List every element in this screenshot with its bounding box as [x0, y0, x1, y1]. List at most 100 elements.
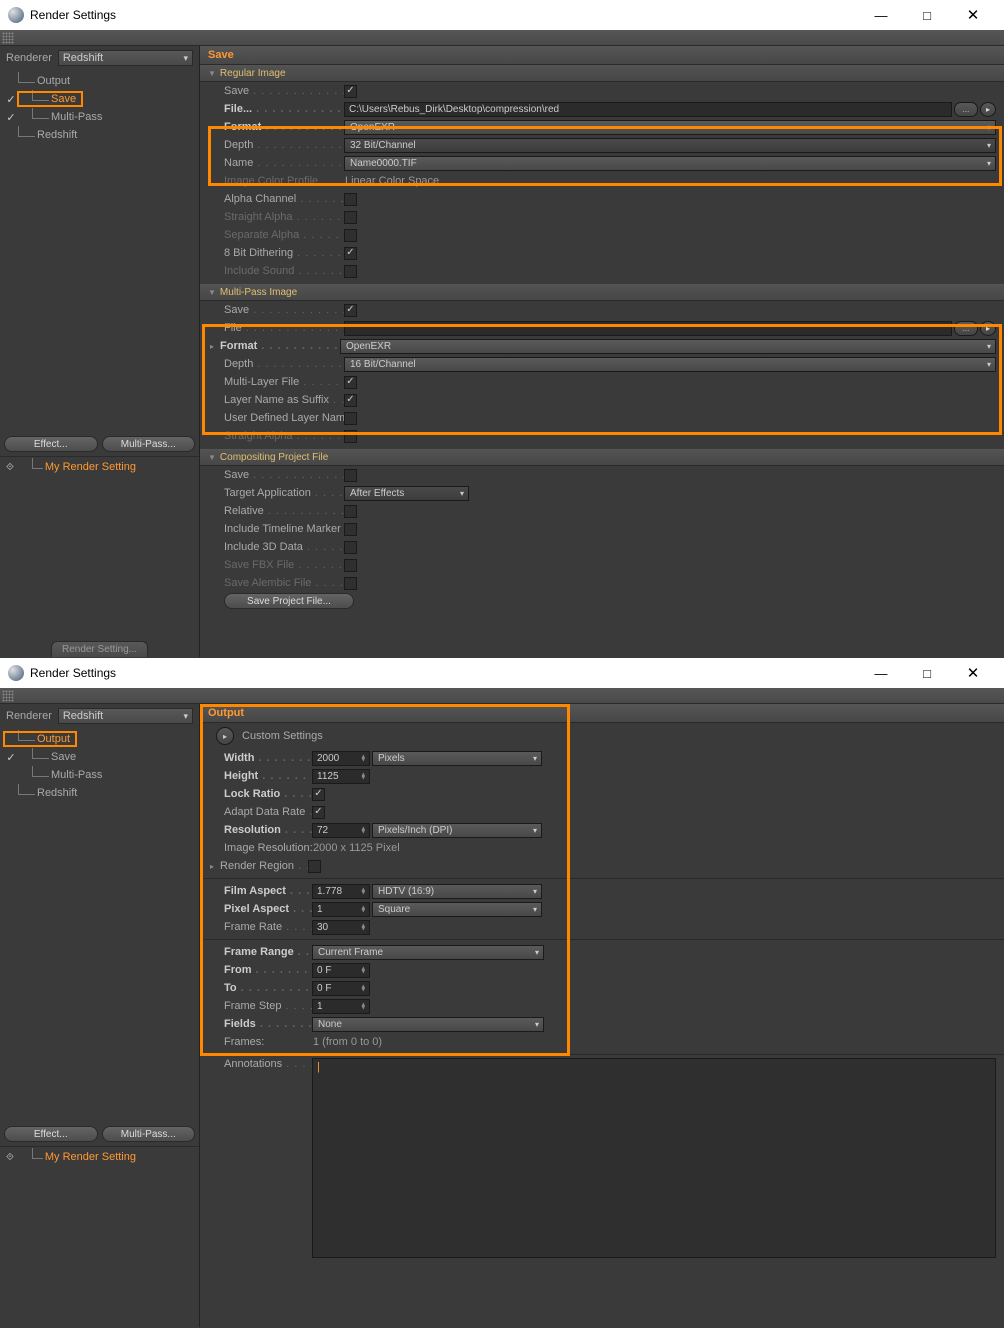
- minimize-button-2[interactable]: —: [858, 658, 904, 688]
- mp-multilayer-check[interactable]: [344, 376, 357, 389]
- app-icon-2: [8, 665, 24, 681]
- tree-output[interactable]: Output: [37, 75, 70, 87]
- fps-input[interactable]: 30: [312, 920, 370, 935]
- format-select[interactable]: OpenEXR: [344, 120, 996, 135]
- lock-check[interactable]: [312, 788, 325, 801]
- comp-alembic-label: Save Alembic File: [224, 577, 344, 589]
- mp-file-input[interactable]: [344, 321, 952, 336]
- pixel-input[interactable]: 1: [312, 902, 370, 917]
- res-unit-select[interactable]: Pixels/Inch (DPI): [372, 823, 542, 838]
- mp-user-check[interactable]: [344, 412, 357, 425]
- tree-save-2[interactable]: Save: [51, 751, 76, 763]
- comp-target-select[interactable]: After Effects: [344, 486, 469, 501]
- sound-check[interactable]: [344, 265, 357, 278]
- separate-label: Separate Alpha: [224, 229, 344, 241]
- comp-save-check[interactable]: [344, 469, 357, 482]
- tree-output-2[interactable]: Output: [37, 733, 70, 745]
- tree-redshift-2[interactable]: Redshift: [37, 787, 77, 799]
- comp-timeline-label: Include Timeline Marker: [224, 523, 344, 535]
- multipass-button[interactable]: Multi-Pass...: [102, 436, 196, 452]
- tree-multipass-check[interactable]: [4, 110, 18, 124]
- multipass-header[interactable]: ▼Multi-Pass Image: [200, 284, 1004, 301]
- annotations-input[interactable]: |: [312, 1058, 996, 1258]
- comp-3d-check[interactable]: [344, 541, 357, 554]
- color-profile-label: Image Color Profile: [224, 175, 344, 187]
- depth-select[interactable]: 32 Bit/Channel: [344, 138, 996, 153]
- multipass-button-2[interactable]: Multi-Pass...: [102, 1126, 196, 1142]
- maximize-button-2[interactable]: □: [904, 658, 950, 688]
- res-input[interactable]: 72: [312, 823, 370, 838]
- name-select[interactable]: Name0000.TIF: [344, 156, 996, 171]
- comp-header[interactable]: ▼Compositing Project File: [200, 449, 1004, 466]
- my-render-setting-2[interactable]: My Render Setting: [45, 1151, 136, 1163]
- separate-check[interactable]: [344, 229, 357, 242]
- render-setting-tab[interactable]: Render Setting...: [51, 641, 148, 657]
- comp-alembic-check[interactable]: [344, 577, 357, 590]
- alpha-label: Alpha Channel: [224, 193, 344, 205]
- comp-fbx-label: Save FBX File: [224, 559, 344, 571]
- regular-image-header[interactable]: ▼Regular Image: [200, 65, 1004, 82]
- minimize-button[interactable]: —: [858, 0, 904, 30]
- my-render-setting[interactable]: My Render Setting: [45, 461, 136, 473]
- renderer-label: Renderer: [6, 52, 52, 64]
- straight-check[interactable]: [344, 211, 357, 224]
- mp-file-label: File: [224, 322, 344, 334]
- tree-multipass-2[interactable]: Multi-Pass: [51, 769, 102, 781]
- tree-save-check[interactable]: [4, 92, 18, 106]
- mp-user-label: User Defined Layer Name: [224, 412, 344, 424]
- renderer-dropdown-2[interactable]: Redshift: [58, 708, 193, 724]
- film-input[interactable]: 1.778: [312, 884, 370, 899]
- file-arrow-button[interactable]: ▸: [980, 102, 996, 117]
- close-button[interactable]: ✕: [950, 0, 996, 30]
- mp-save-check[interactable]: [344, 304, 357, 317]
- step-input[interactable]: 1: [312, 999, 370, 1014]
- tree-save-check-2[interactable]: [4, 750, 18, 764]
- tree-redshift[interactable]: Redshift: [37, 129, 77, 141]
- range-select[interactable]: Current Frame: [312, 945, 544, 960]
- width-input[interactable]: 2000: [312, 751, 370, 766]
- pixel-unit-select[interactable]: Square: [372, 902, 542, 917]
- height-input[interactable]: 1125: [312, 769, 370, 784]
- file-input[interactable]: C:\Users\Rebus_Dirk\Desktop\compression\…: [344, 102, 952, 117]
- comp-relative-check[interactable]: [344, 505, 357, 518]
- mp-depth-select[interactable]: 16 Bit/Channel: [344, 357, 996, 372]
- tree-save[interactable]: Save: [51, 93, 76, 105]
- sound-label: Include Sound: [224, 265, 344, 277]
- save-check[interactable]: [344, 85, 357, 98]
- height-label: Height: [224, 770, 312, 782]
- mp-suffix-label: Layer Name as Suffix: [224, 394, 344, 406]
- film-unit-select[interactable]: HDTV (16:9): [372, 884, 542, 899]
- mp-suffix-check[interactable]: [344, 394, 357, 407]
- mp-format-select[interactable]: OpenEXR: [340, 339, 996, 354]
- save-label: Save: [224, 85, 344, 97]
- tree-multipass[interactable]: Multi-Pass: [51, 111, 102, 123]
- custom-settings-button[interactable]: ▸: [216, 727, 234, 745]
- width-unit-select[interactable]: Pixels: [372, 751, 542, 766]
- adapt-check[interactable]: [312, 806, 325, 819]
- mp-file-arrow[interactable]: ▸: [980, 321, 996, 336]
- width-label: Width: [224, 752, 312, 764]
- name-label: Name: [224, 157, 344, 169]
- mp-file-browse[interactable]: ...: [954, 321, 978, 336]
- close-button-2[interactable]: ✕: [950, 658, 996, 688]
- save-project-button[interactable]: Save Project File...: [224, 593, 354, 609]
- effect-button-2[interactable]: Effect...: [4, 1126, 98, 1142]
- renderer-dropdown[interactable]: Redshift: [58, 50, 193, 66]
- fields-select[interactable]: None: [312, 1017, 544, 1032]
- lock-label: Lock Ratio: [224, 788, 312, 800]
- tree-multipass-check-2[interactable]: [4, 768, 18, 782]
- dither-check[interactable]: [344, 247, 357, 260]
- alpha-check[interactable]: [344, 193, 357, 206]
- comp-timeline-check[interactable]: [344, 523, 357, 536]
- mp-straight-check[interactable]: [344, 430, 357, 443]
- to-input[interactable]: 0 F: [312, 981, 370, 996]
- from-label: From: [224, 964, 312, 976]
- content-title: Save: [200, 46, 1004, 65]
- region-check[interactable]: [308, 860, 321, 873]
- app-icon: [8, 7, 24, 23]
- from-input[interactable]: 0 F: [312, 963, 370, 978]
- comp-fbx-check[interactable]: [344, 559, 357, 572]
- effect-button[interactable]: Effect...: [4, 436, 98, 452]
- maximize-button[interactable]: □: [904, 0, 950, 30]
- file-browse-button[interactable]: ...: [954, 102, 978, 117]
